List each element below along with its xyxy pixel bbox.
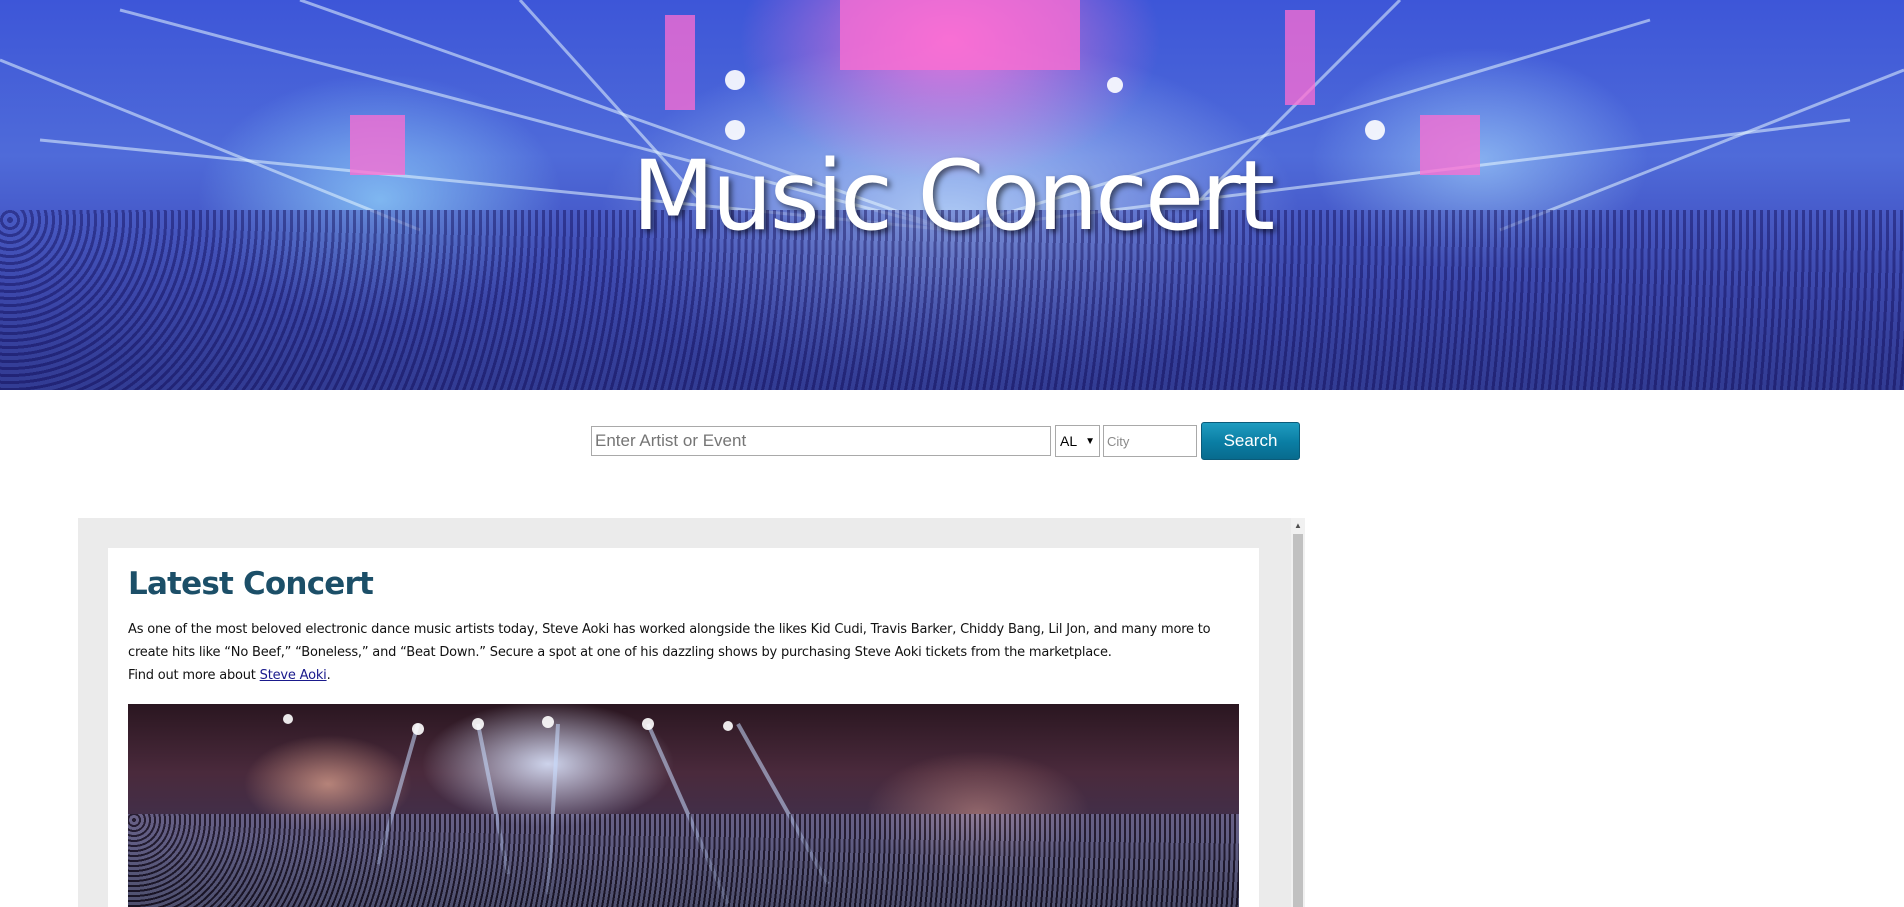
hero-title: Music Concert: [631, 140, 1275, 252]
scroll-thumb[interactable]: [1293, 534, 1303, 907]
latest-concert-title: Latest Concert: [128, 566, 374, 602]
state-select[interactable]: AL ▼: [1055, 425, 1100, 457]
scroll-up-arrow-icon[interactable]: ▲: [1291, 518, 1305, 532]
hero-banner: Music Concert: [0, 0, 1904, 390]
search-button[interactable]: Search: [1201, 422, 1300, 460]
artist-link[interactable]: Steve Aoki: [260, 668, 327, 683]
concert-photo: [128, 704, 1239, 907]
content-frame: Latest Concert As one of the most belove…: [78, 518, 1305, 907]
search-bar: AL ▼ Search: [591, 421, 1300, 461]
content-scrollbar[interactable]: ▲: [1291, 518, 1305, 907]
latest-concert-card: Latest Concert As one of the most belove…: [108, 548, 1259, 907]
find-more-prefix: Find out more about: [128, 668, 260, 683]
find-more-suffix: .: [326, 668, 331, 683]
photo-crowd-graphic: [128, 814, 1239, 907]
description-text: As one of the most beloved electronic da…: [128, 622, 1211, 660]
state-select-value: AL: [1060, 433, 1078, 449]
city-input[interactable]: [1103, 425, 1197, 457]
artist-search-input[interactable]: [591, 426, 1051, 456]
chevron-down-icon: ▼: [1085, 435, 1095, 447]
latest-concert-description: As one of the most beloved electronic da…: [128, 618, 1243, 687]
